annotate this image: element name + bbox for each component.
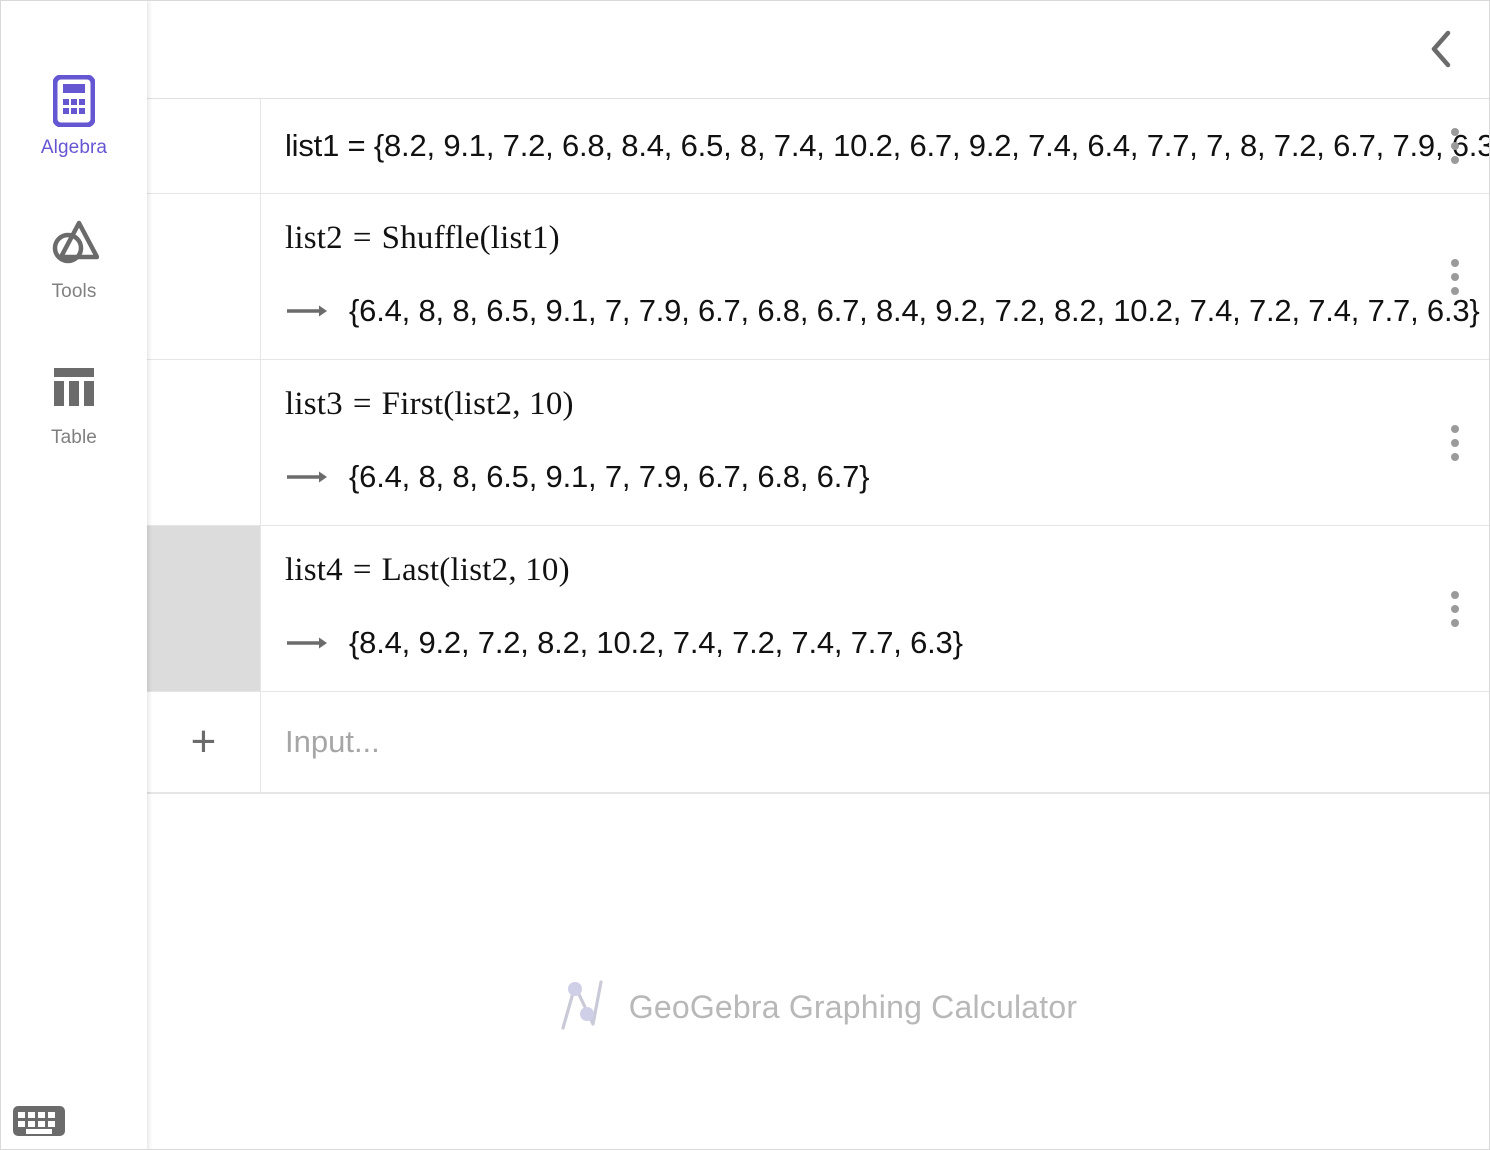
kebab-dot <box>1451 424 1459 433</box>
kebab-dot <box>1451 438 1459 447</box>
algebra-row[interactable]: list4 = Last(list2, 10) {8.4, 9.2, 7.2, 8.… <box>147 526 1489 692</box>
list4-definition: list4 = Last(list2, 10) <box>285 552 1425 589</box>
sidebar-item-table[interactable]: Table <box>1 365 147 449</box>
list1-expression: list1 = {8.2, 9.1, 7.2, 6.8, 8.4, 6.5, 8… <box>285 128 1489 163</box>
equals-sign: = <box>352 552 372 588</box>
kebab-dot <box>1451 286 1459 295</box>
tools-icon <box>1 219 147 275</box>
kebab-dot <box>1451 128 1459 136</box>
add-expression-button[interactable]: + <box>147 692 261 792</box>
list3-output-value: {6.4, 8, 8, 6.5, 9.1, 7, 7.9, 6.7, 6.8, … <box>349 459 870 494</box>
algebra-row-marble[interactable] <box>147 99 261 193</box>
kebab-menu-icon[interactable] <box>1435 360 1475 525</box>
algebra-row-input[interactable]: list1 = {8.2, 9.1, 7.2, 6.8, 8.4, 6.5, 8… <box>261 99 1489 193</box>
list2-output-value: {6.4, 8, 8, 6.5, 9.1, 7, 7.9, 6.7, 6.8, … <box>349 293 1480 328</box>
list3-definition: list3 = First(list2, 10) <box>285 386 1425 423</box>
algebra-row[interactable]: list1 = {8.2, 9.1, 7.2, 6.8, 8.4, 6.5, 8… <box>147 99 1489 194</box>
kebab-dot <box>1451 156 1459 164</box>
list2-name: list2 <box>285 220 343 256</box>
algebra-row[interactable]: list2 = Shuffle(list1) {6.4, 8, 8, 6.5, 9.… <box>147 194 1489 360</box>
sidebar-item-algebra[interactable]: Algebra <box>1 74 147 159</box>
expression-input[interactable]: Input... <box>285 692 1425 792</box>
kebab-dot <box>1451 452 1459 461</box>
algebra-row-body[interactable]: list2 = Shuffle(list1) {6.4, 8, 8, 6.5, 9.… <box>261 194 1489 359</box>
kebab-dot <box>1451 142 1459 150</box>
keyboard-icon[interactable] <box>11 1101 67 1141</box>
equals-sign: = <box>352 220 372 256</box>
branding-watermark: GeoGebra Graphing Calculator <box>147 976 1489 1039</box>
kebab-menu-icon[interactable] <box>1435 526 1475 691</box>
arrow-right-icon <box>285 302 327 320</box>
geogebra-app-window: Algebra Tools Table list1 = {8.2, 9.1, 7… <box>0 0 1490 1150</box>
kebab-dot <box>1451 272 1459 281</box>
list4-expression: Last(list2, 10) <box>381 552 570 588</box>
sidebar-item-algebra-label: Algebra <box>40 137 108 158</box>
sidebar: Algebra Tools Table <box>1 1 147 1149</box>
kebab-dot <box>1451 618 1459 627</box>
chevron-left-icon[interactable] <box>1415 23 1467 75</box>
kebab-menu-icon[interactable] <box>1435 194 1475 359</box>
list4-name: list4 <box>285 552 343 588</box>
sidebar-item-tools[interactable]: Tools <box>1 219 147 303</box>
sidebar-item-table-label: Table <box>51 427 97 448</box>
equals-sign: = <box>352 386 372 422</box>
list3-name: list3 <box>285 386 343 422</box>
panel-bottom-divider <box>147 793 1489 794</box>
arrow-right-icon <box>285 468 327 486</box>
algebra-row-body[interactable]: list3 = First(list2, 10) {6.4, 8, 8, 6.5, … <box>261 360 1489 525</box>
kebab-menu-icon[interactable] <box>1435 99 1475 193</box>
algebra-row-marble[interactable] <box>147 194 261 359</box>
algebra-row[interactable]: list3 = First(list2, 10) {6.4, 8, 8, 6.5, … <box>147 360 1489 526</box>
list3-expression: First(list2, 10) <box>381 386 574 422</box>
kebab-dot <box>1451 604 1459 613</box>
algebra-new-row[interactable]: + Input... <box>147 692 1489 793</box>
list4-output-value: {8.4, 9.2, 7.2, 8.2, 10.2, 7.4, 7.2, 7.4… <box>349 625 963 660</box>
algebra-input-cell[interactable]: Input... <box>261 692 1489 792</box>
calculator-icon <box>1 74 147 131</box>
arrow-right-icon <box>285 634 327 652</box>
list3-output-line: {6.4, 8, 8, 6.5, 9.1, 7, 7.9, 6.7, 6.8, … <box>285 459 1425 495</box>
table-icon <box>1 365 147 421</box>
geogebra-logo-icon <box>559 976 605 1039</box>
kebab-dot <box>1451 590 1459 599</box>
list2-output-line: {6.4, 8, 8, 6.5, 9.1, 7, 7.9, 6.7, 6.8, … <box>285 293 1480 329</box>
list2-definition: list2 = Shuffle(list1) <box>285 220 1425 257</box>
plus-icon: + <box>190 717 217 766</box>
sidebar-item-tools-label: Tools <box>51 281 97 302</box>
list2-expression: Shuffle(list1) <box>381 220 560 256</box>
kebab-dot <box>1451 258 1459 267</box>
algebra-view-header <box>147 1 1489 99</box>
list4-output-line: {8.4, 9.2, 7.2, 8.2, 10.2, 7.4, 7.2, 7.4… <box>285 625 1425 661</box>
algebra-row-marble[interactable] <box>147 360 261 525</box>
algebra-row-body[interactable]: list4 = Last(list2, 10) {8.4, 9.2, 7.2, 8.… <box>261 526 1489 691</box>
algebra-row-list: list1 = {8.2, 9.1, 7.2, 6.8, 8.4, 6.5, 8… <box>147 99 1489 794</box>
brand-name: GeoGebra Graphing Calculator <box>628 989 1078 1025</box>
algebra-row-marble[interactable] <box>147 526 261 691</box>
